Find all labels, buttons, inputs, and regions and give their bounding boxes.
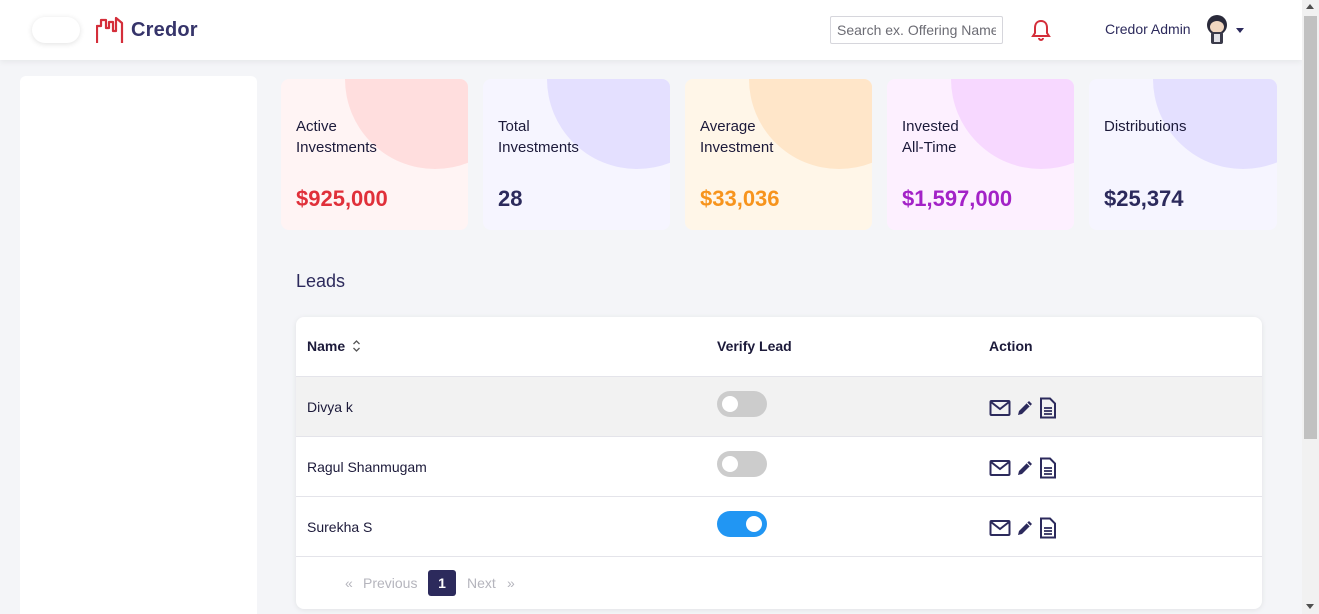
mail-icon[interactable] xyxy=(989,519,1011,542)
lead-name: Divya k xyxy=(307,399,353,415)
stat-card-invested-all-time: Invested All-Time $1,597,000 xyxy=(887,79,1074,230)
toggle-knob xyxy=(746,516,762,532)
pagination-first[interactable]: « xyxy=(345,575,353,591)
verify-lead-toggle[interactable] xyxy=(717,391,767,417)
section-title: Leads xyxy=(296,271,346,291)
stat-value: $25,374 xyxy=(1104,186,1184,211)
user-name[interactable]: Credor Admin xyxy=(1105,21,1191,37)
row-actions xyxy=(989,397,1061,424)
stat-label: Distributions xyxy=(1104,118,1187,135)
table-row: Ragul Shanmugam xyxy=(296,436,1262,496)
stat-card-average-investment: Average Investment $33,036 xyxy=(685,79,872,230)
stat-value: $1,597,000 xyxy=(902,186,1013,211)
pagination-page[interactable]: 1 xyxy=(428,570,456,596)
document-icon[interactable] xyxy=(1039,517,1057,544)
document-icon[interactable] xyxy=(1039,397,1057,424)
stat-card-active-investments: Active Investments $925,000 xyxy=(281,79,468,230)
toggle-knob xyxy=(722,456,738,472)
row-actions xyxy=(989,517,1061,544)
search-input[interactable] xyxy=(830,16,1003,44)
brand-name: Credor xyxy=(131,18,198,41)
toggle-knob xyxy=(722,396,738,412)
pagination-next[interactable]: Next xyxy=(467,575,496,591)
lead-name: Surekha S xyxy=(307,519,373,535)
avatar[interactable] xyxy=(1203,14,1231,46)
column-header-name[interactable]: Name xyxy=(307,338,361,356)
sidebar xyxy=(20,76,257,614)
column-header-action: Action xyxy=(989,338,1033,354)
table-row: Divya k xyxy=(296,376,1262,436)
mail-icon[interactable] xyxy=(989,399,1011,422)
row-actions xyxy=(989,457,1061,484)
stat-card-distributions: Distributions $25,374 xyxy=(1089,79,1277,230)
top-navbar: Credor Credor Admin xyxy=(0,0,1302,60)
mail-icon[interactable] xyxy=(989,459,1011,482)
scrollbar-thumb[interactable] xyxy=(1304,16,1317,439)
pagination-last[interactable]: » xyxy=(507,575,515,591)
verify-lead-toggle[interactable] xyxy=(717,451,767,477)
leads-table: Name Verify Lead Action Divya k Ragul Sh… xyxy=(296,317,1262,609)
credor-logo-icon xyxy=(96,16,124,43)
menu-toggle[interactable] xyxy=(32,17,80,43)
stat-label: Average Investment xyxy=(700,118,774,156)
column-header-verify-lead: Verify Lead xyxy=(717,338,792,354)
table-row: Surekha S xyxy=(296,496,1262,556)
pencil-icon[interactable] xyxy=(1015,398,1035,423)
pagination: « Previous 1 Next » xyxy=(296,570,1262,596)
bell-icon[interactable] xyxy=(1031,19,1051,46)
pencil-icon[interactable] xyxy=(1015,518,1035,543)
sort-icon[interactable] xyxy=(352,339,361,356)
column-header-label: Name xyxy=(307,338,346,354)
brand-logo[interactable]: Credor xyxy=(96,16,198,44)
stat-value: $33,036 xyxy=(700,186,780,211)
stat-value: 28 xyxy=(498,186,523,211)
scroll-down-arrow-icon[interactable] xyxy=(1306,604,1314,609)
verify-lead-toggle[interactable] xyxy=(717,511,767,537)
pagination-previous[interactable]: Previous xyxy=(363,575,417,591)
stat-label: Total Investments xyxy=(498,118,579,156)
stat-label: Active Investments xyxy=(296,118,377,156)
scroll-up-arrow-icon[interactable] xyxy=(1306,4,1314,9)
lead-name: Ragul Shanmugam xyxy=(307,459,427,475)
document-icon[interactable] xyxy=(1039,457,1057,484)
pencil-icon[interactable] xyxy=(1015,458,1035,483)
stat-label: Invested All-Time xyxy=(902,118,959,156)
stat-card-total-investments: Total Investments 28 xyxy=(483,79,670,230)
user-menu-caret-icon[interactable] xyxy=(1236,28,1244,33)
stat-value: $925,000 xyxy=(296,186,388,211)
